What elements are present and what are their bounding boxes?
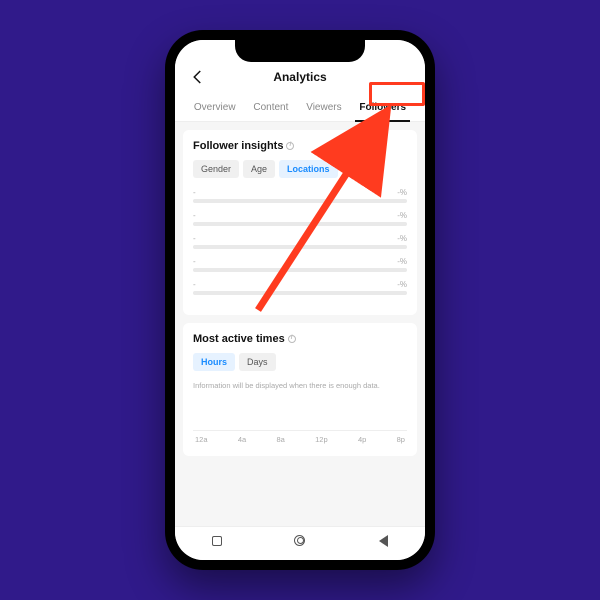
bar-track [193,199,407,203]
x-tick: 8p [397,435,405,444]
bar-label: - [193,211,196,220]
page-title: Analytics [273,70,326,84]
tab-followers[interactable]: Followers [355,96,410,121]
x-tick: 12p [315,435,328,444]
active-times-card: Most active times HoursDays Information … [183,323,417,456]
bar-track [193,268,407,272]
info-icon[interactable] [288,335,296,343]
back-button[interactable] [189,68,207,86]
location-bars: - -% - -% - -% - -% - -% [193,188,407,295]
insights-segments: GenderAgeLocations [193,160,407,178]
bar-label: - [193,280,196,289]
bar-track [193,291,407,295]
location-bar-row: - -% [193,280,407,295]
active-times-segments: HoursDays [193,353,407,371]
insights-seg-gender[interactable]: Gender [193,160,239,178]
phone-frame: Analytics Overview Content Viewers Follower… [165,30,435,570]
bar-label: - [193,188,196,197]
location-bar-row: - -% [193,234,407,249]
follower-insights-card: Follower insights GenderAgeLocations - -%… [183,130,417,315]
content-area: Follower insights GenderAgeLocations - -%… [175,122,425,526]
insights-seg-locations[interactable]: Locations [279,160,338,178]
bar-track [193,222,407,226]
bar-value: -% [397,257,407,266]
location-bar-row: - -% [193,211,407,226]
app-screen: Analytics Overview Content Viewers Follower… [175,40,425,560]
tab-overview[interactable]: Overview [190,96,240,121]
tab-content[interactable]: Content [249,96,292,121]
bar-value: -% [397,280,407,289]
follower-insights-title: Follower insights [193,140,283,152]
location-bar-row: - -% [193,257,407,272]
info-icon[interactable] [286,142,294,150]
tab-viewers[interactable]: Viewers [302,96,345,121]
location-bar-row: - -% [193,188,407,203]
times-seg-hours[interactable]: Hours [193,353,235,371]
bar-label: - [193,234,196,243]
times-seg-days[interactable]: Days [239,353,276,371]
active-times-title: Most active times [193,333,285,345]
arrow-left-icon [189,68,207,86]
nav-back-button[interactable] [376,535,390,549]
tab-bar: Overview Content Viewers Followers [185,96,415,121]
x-tick: 4p [358,435,366,444]
phone-notch [235,40,365,62]
nav-home-button[interactable] [293,535,307,549]
nav-recent-button[interactable] [210,535,224,549]
x-tick: 8a [276,435,284,444]
bar-value: -% [397,188,407,197]
x-tick: 4a [238,435,246,444]
bar-value: -% [397,211,407,220]
insights-seg-age[interactable]: Age [243,160,275,178]
bar-label: - [193,257,196,266]
bar-value: -% [397,234,407,243]
active-times-x-axis: 12a 4a 8a 12p 4p 8p [193,430,407,444]
android-nav-bar [175,526,425,560]
x-tick: 12a [195,435,208,444]
active-times-empty-message: Information will be displayed when there… [193,381,407,390]
bar-track [193,245,407,249]
